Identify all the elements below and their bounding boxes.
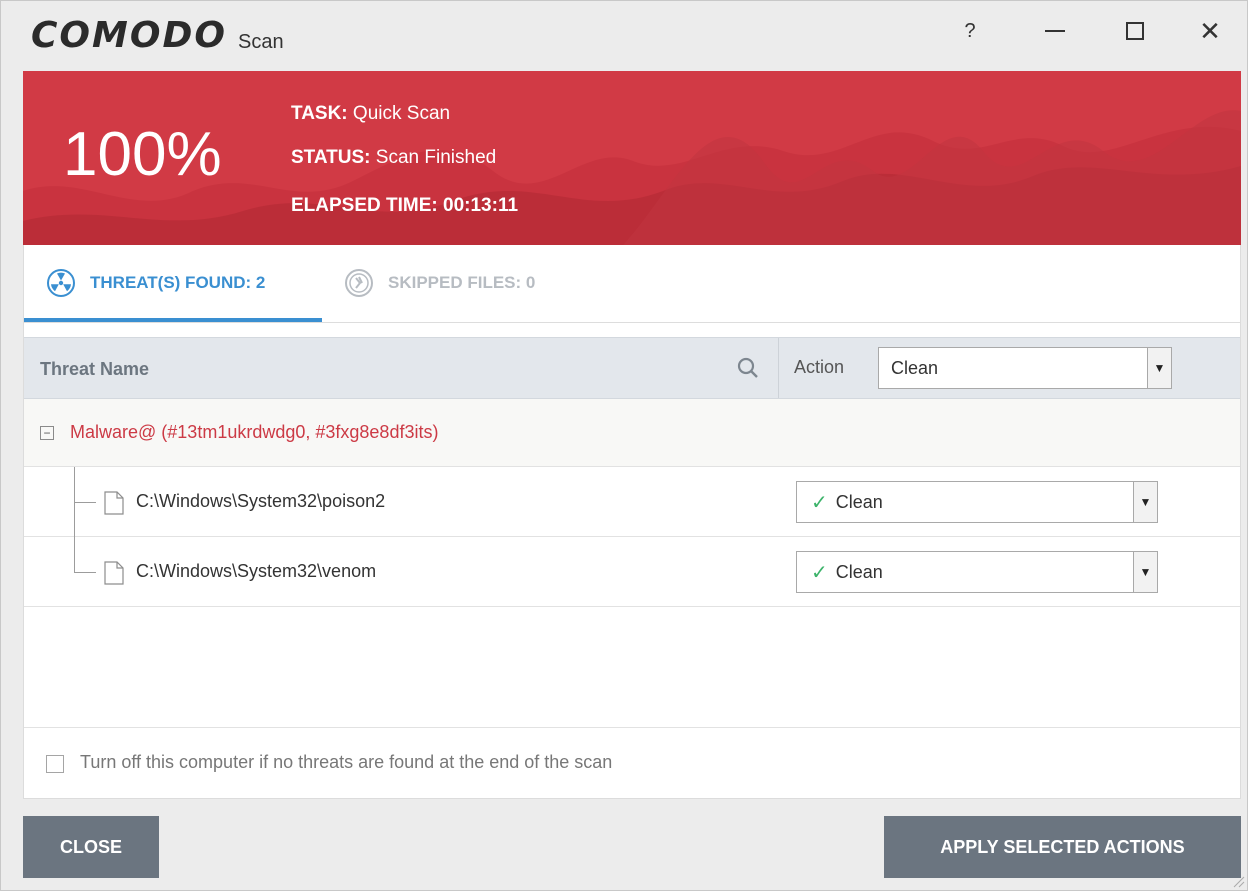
radiation-icon xyxy=(47,269,75,297)
status-label: STATUS: xyxy=(291,147,371,168)
row-action-select[interactable]: ✓ Clean ▼ xyxy=(796,551,1158,593)
tab-threats-label: THREAT(S) FOUND: 2 xyxy=(90,273,266,292)
window-title: Scan xyxy=(238,31,284,53)
tab-skipped-label: SKIPPED FILES: 0 xyxy=(388,273,536,292)
file-icon xyxy=(104,561,124,585)
chevron-down-icon[interactable]: ▼ xyxy=(1133,482,1157,522)
progress-percent: 100% xyxy=(63,120,222,189)
bulk-action-value: Clean xyxy=(891,357,939,378)
comodo-logo: COMODO xyxy=(31,15,227,56)
status-value: Scan Finished xyxy=(375,147,497,168)
header-divider xyxy=(778,338,779,398)
minimize-button[interactable] xyxy=(1026,9,1084,53)
task-line: TASK: Quick Scan xyxy=(291,103,450,125)
close-button[interactable]: CLOSE xyxy=(23,816,159,878)
bulk-action-select[interactable]: Clean ▼ xyxy=(878,347,1172,389)
close-window-button[interactable]: ✕ xyxy=(1181,9,1239,53)
tree-branch xyxy=(74,572,96,573)
resize-grip-icon[interactable] xyxy=(1231,874,1245,888)
task-label: TASK: xyxy=(291,103,348,124)
table-row[interactable]: C:\Windows\System32\venom ✓ Clean ▼ xyxy=(24,537,1240,607)
tree-line xyxy=(74,503,75,537)
status-line: STATUS: Scan Finished xyxy=(291,147,496,169)
results-panel: THREAT(S) FOUND: 2 SKIPPED FILES: 0 Thre… xyxy=(23,245,1241,799)
threat-group-label: Malware@ (#13tm1ukrdwdg0, #3fxg8e8df3its… xyxy=(70,422,439,442)
action-column: Action xyxy=(794,357,845,377)
maximize-icon xyxy=(1126,22,1144,40)
title-bar[interactable]: COMODO Scan ? ✕ xyxy=(1,1,1247,71)
maximize-button[interactable] xyxy=(1106,9,1164,53)
row-action-value: Clean xyxy=(835,491,883,512)
elapsed-label: ELAPSED TIME: xyxy=(291,195,438,216)
collapse-icon[interactable]: − xyxy=(40,426,54,440)
shutdown-checkbox[interactable] xyxy=(46,755,64,773)
file-path: C:\Windows\System32\venom xyxy=(136,561,377,581)
skip-icon xyxy=(345,269,373,297)
checkmark-icon: ✓ xyxy=(811,491,828,514)
tree-line xyxy=(74,467,75,503)
tab-threats-found[interactable]: THREAT(S) FOUND: 2 xyxy=(46,265,265,301)
threat-name-column[interactable]: Threat Name xyxy=(40,359,149,380)
elapsed-line: ELAPSED TIME: 00:13:11 xyxy=(291,195,518,217)
tab-bar: THREAT(S) FOUND: 2 SKIPPED FILES: 0 xyxy=(24,245,1240,323)
active-tab-indicator xyxy=(24,318,322,322)
scan-progress-banner: 100% TASK: Quick Scan STATUS: Scan Finis… xyxy=(23,71,1241,245)
file-icon xyxy=(104,491,124,515)
file-path: C:\Windows\System32\poison2 xyxy=(136,491,386,511)
shutdown-option-label: Turn off this computer if no threats are… xyxy=(80,752,613,772)
table-header: Threat Name Action Clean ▼ xyxy=(24,337,1240,399)
close-icon: ✕ xyxy=(1199,15,1221,46)
apply-selected-actions-button[interactable]: APPLY SELECTED ACTIONS xyxy=(884,816,1241,878)
divider xyxy=(24,727,1240,728)
minimize-icon xyxy=(1045,30,1065,32)
checkmark-icon: ✓ xyxy=(811,561,828,584)
row-action-select[interactable]: ✓ Clean ▼ xyxy=(796,481,1158,523)
elapsed-value: 00:13:11 xyxy=(443,195,519,216)
chevron-down-icon[interactable]: ▼ xyxy=(1147,348,1171,388)
table-row[interactable]: C:\Windows\System32\poison2 ✓ Clean ▼ xyxy=(24,467,1240,537)
tree-line xyxy=(74,537,75,573)
search-icon[interactable] xyxy=(736,356,760,380)
scan-window: COMODO Scan ? ✕ 100% TASK: Quick Scan ST… xyxy=(0,0,1248,891)
row-action-value: Clean xyxy=(835,561,883,582)
threat-group-row[interactable]: − Malware@ (#13tm1ukrdwdg0, #3fxg8e8df3i… xyxy=(24,399,1240,467)
tab-skipped-files[interactable]: SKIPPED FILES: 0 xyxy=(344,265,535,301)
tree-branch xyxy=(74,502,96,503)
help-button[interactable]: ? xyxy=(941,9,999,53)
chevron-down-icon[interactable]: ▼ xyxy=(1133,552,1157,592)
task-value: Quick Scan xyxy=(352,103,451,124)
